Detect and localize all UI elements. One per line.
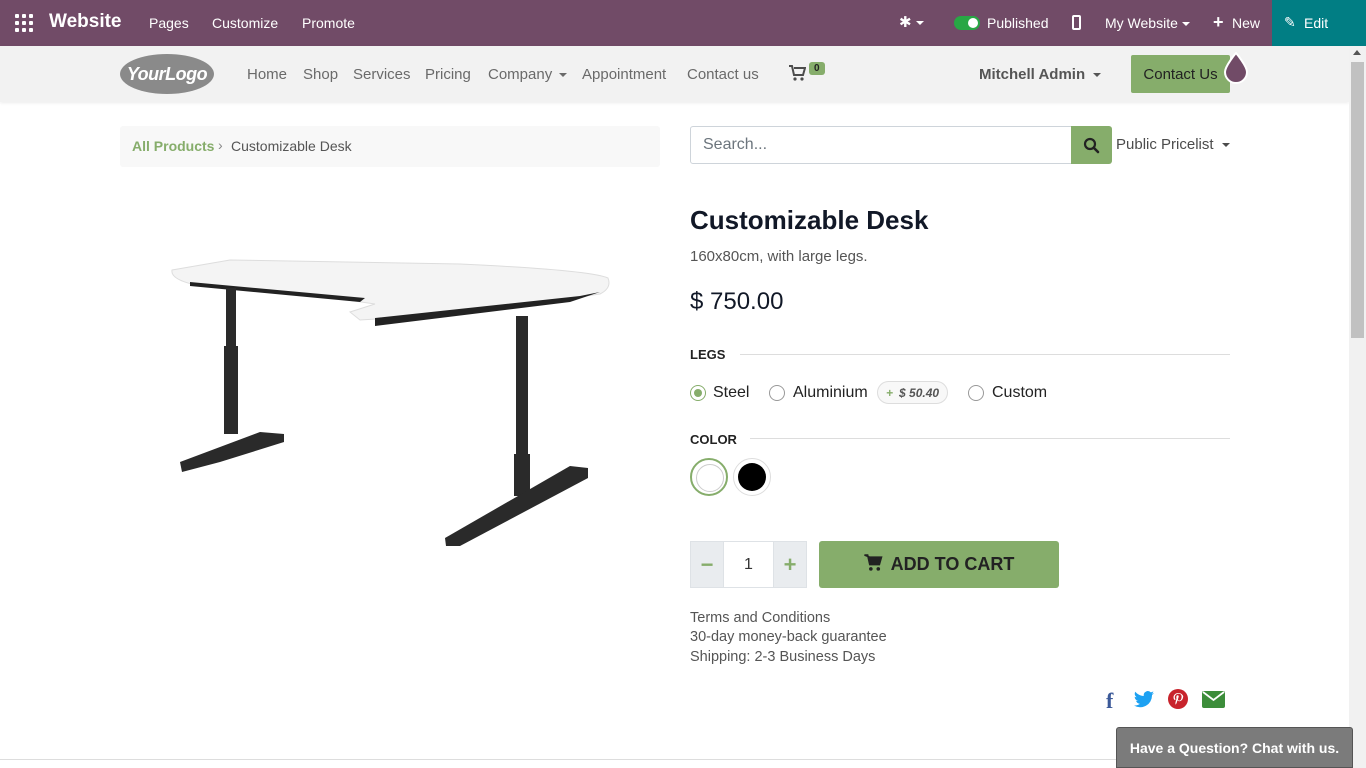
menu-customize[interactable]: Customize: [212, 15, 278, 31]
my-website-label: My Website: [1105, 15, 1178, 31]
live-chat-button[interactable]: Have a Question? Chat with us.: [1116, 727, 1353, 768]
search-input[interactable]: [690, 126, 1072, 164]
menu-pages[interactable]: Pages: [149, 15, 189, 31]
legs-radio-aluminium[interactable]: [769, 385, 785, 401]
edit-label: Edit: [1304, 15, 1329, 31]
chevron-down-icon: [1181, 22, 1190, 27]
product-description: 160x80cm, with large legs.: [690, 248, 868, 265]
nav-company[interactable]: Company: [488, 66, 568, 83]
nav-home[interactable]: Home: [247, 66, 287, 83]
quantity-input[interactable]: [724, 541, 773, 588]
money-back-guarantee: 30-day money-back guarantee: [690, 629, 887, 645]
cart-count-badge: 0: [809, 62, 825, 75]
my-website-dropdown[interactable]: My Website: [1105, 15, 1190, 31]
legs-radio-steel[interactable]: [690, 385, 706, 401]
scrollbar-thumb[interactable]: [1351, 62, 1364, 338]
product-image: [171, 259, 610, 546]
quantity-decrease-button[interactable]: −: [690, 541, 724, 588]
email-icon[interactable]: [1201, 688, 1226, 710]
pinterest-icon[interactable]: [1167, 688, 1189, 710]
cart-icon[interactable]: [789, 65, 807, 86]
app-brand[interactable]: Website: [49, 11, 122, 33]
legs-divider: [740, 354, 1230, 355]
breadcrumb: All Products › Customizable Desk: [120, 126, 660, 167]
legs-option-custom[interactable]: Custom: [992, 384, 1047, 402]
product-price: $ 750.00: [690, 288, 784, 315]
legs-label: LEGS: [690, 347, 726, 362]
add-to-cart-label: ADD TO CART: [890, 554, 1015, 574]
product-title: Customizable Desk: [690, 205, 929, 235]
plus-icon[interactable]: +: [1213, 12, 1224, 33]
color-swatch-black[interactable]: [733, 458, 771, 496]
page-scrollbar[interactable]: [1349, 46, 1366, 768]
breadcrumb-separator: ›: [218, 137, 223, 153]
terms-conditions[interactable]: Terms and Conditions: [690, 610, 830, 626]
legs-option-aluminium[interactable]: Aluminium: [793, 384, 868, 402]
scroll-up-arrow-icon[interactable]: [1353, 50, 1361, 55]
shipping-info: Shipping: 2-3 Business Days: [690, 649, 876, 665]
nav-company-label: Company: [488, 66, 553, 83]
color-swatch-white[interactable]: [690, 458, 728, 496]
pricelist-dropdown[interactable]: Public Pricelist: [1116, 136, 1230, 153]
legs-radio-custom[interactable]: [968, 385, 984, 401]
search-button[interactable]: [1071, 126, 1112, 164]
nav-shop[interactable]: Shop: [303, 66, 338, 83]
breadcrumb-current: Customizable Desk: [231, 138, 352, 154]
extra-price: $ 50.40: [899, 385, 940, 400]
site-logo[interactable]: YourLogo: [120, 54, 214, 94]
nav-contact-us[interactable]: Contact us: [687, 66, 759, 83]
color-label: COLOR: [690, 432, 737, 447]
admin-navbar: Website Pages Customize Promote ✱ Publis…: [0, 0, 1366, 46]
apps-menu-icon[interactable]: [15, 14, 33, 32]
published-toggle[interactable]: [954, 16, 980, 30]
facebook-icon[interactable]: f: [1106, 688, 1113, 714]
nav-appointment[interactable]: Appointment: [582, 66, 666, 83]
chevron-down-icon: [559, 73, 568, 78]
new-button[interactable]: New: [1232, 15, 1260, 31]
nav-pricing[interactable]: Pricing: [425, 66, 471, 83]
pricelist-label: Public Pricelist: [1116, 136, 1214, 153]
published-label[interactable]: Published: [987, 15, 1049, 31]
mobile-preview-icon[interactable]: [1072, 15, 1081, 30]
add-to-cart-button[interactable]: ADD TO CART: [819, 541, 1059, 588]
twitter-icon[interactable]: [1133, 688, 1155, 710]
chevron-down-icon: [1221, 143, 1230, 148]
breadcrumb-all-products[interactable]: All Products: [132, 138, 214, 154]
menu-promote[interactable]: Promote: [302, 15, 355, 31]
aluminium-extra-price-badge: + $ 50.40: [877, 381, 949, 404]
cart-icon: [863, 553, 883, 576]
color-divider: [750, 438, 1230, 439]
edit-button[interactable]: ✎ Edit: [1272, 0, 1366, 46]
user-menu[interactable]: Mitchell Admin: [979, 66, 1102, 83]
search-icon: [1083, 137, 1100, 154]
theme-drop-icon[interactable]: [1222, 52, 1250, 84]
extra-plus-sign: +: [886, 385, 894, 400]
user-name: Mitchell Admin: [979, 66, 1086, 83]
pencil-icon: ✎: [1284, 14, 1296, 30]
site-header: YourLogo Home Shop Services Pricing Comp…: [0, 46, 1349, 102]
contact-us-button[interactable]: Contact Us: [1131, 55, 1230, 93]
quantity-increase-button[interactable]: +: [773, 541, 807, 588]
legs-option-steel[interactable]: Steel: [713, 384, 749, 402]
nav-services[interactable]: Services: [353, 66, 411, 83]
debug-bug-icon[interactable]: ✱: [899, 13, 924, 31]
chevron-down-icon: [1093, 73, 1102, 78]
